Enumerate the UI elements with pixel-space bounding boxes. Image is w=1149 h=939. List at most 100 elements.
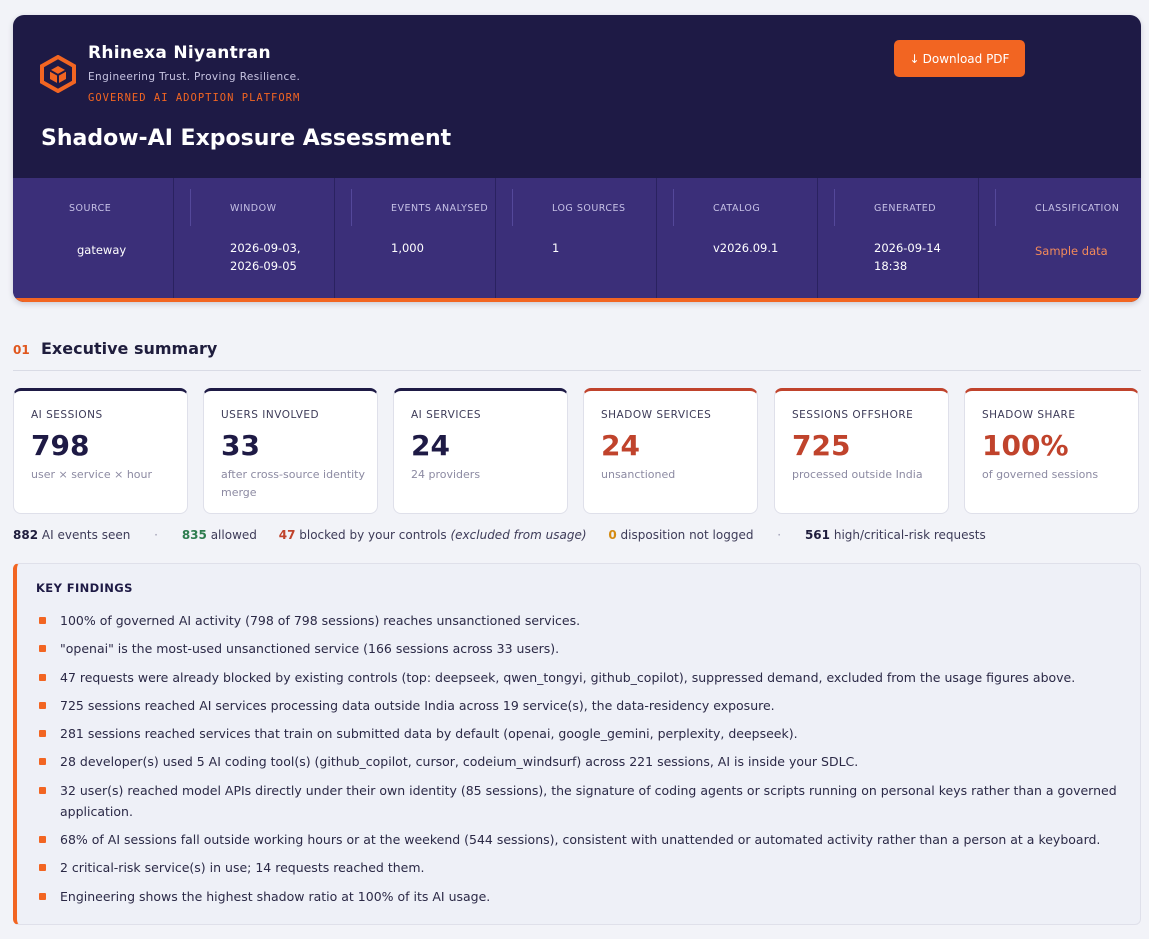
allowed-label: allowed <box>210 528 257 542</box>
kpi-subtext: 24 providers <box>411 468 481 481</box>
finding-text: 32 user(s) reached model APIs directly u… <box>60 782 1117 819</box>
meta-window: WINDOW 2026-09-03, 2026-09-05 <box>174 178 335 298</box>
divider <box>190 189 191 226</box>
bullet-icon <box>39 673 46 681</box>
meta-value: v2026.09.1 <box>713 241 779 255</box>
finding-item: 100% of governed AI activity (798 of 798… <box>38 610 1118 631</box>
meta-generated: GENERATED 2026-09-14 18:38 <box>818 178 979 298</box>
kpi-value: 24 <box>411 429 450 462</box>
bullet-icon <box>39 617 46 624</box>
kpi-ai-services: AI SERVICES 24 24 providers <box>393 388 568 514</box>
finding-text: 28 developer(s) used 5 AI coding tool(s)… <box>60 754 859 770</box>
bullet-icon <box>39 836 46 844</box>
download-pdf-button[interactable]: ↓ Download PDF <box>894 40 1025 77</box>
meta-catalog: CATALOG v2026.09.1 <box>657 178 818 298</box>
kpi-shadow-share: SHADOW SHARE 100% of governed sessions <box>964 388 1139 514</box>
blocked-note: (excluded from usage) <box>450 528 587 542</box>
meta-value: 1,000 <box>391 241 424 255</box>
meta-log-sources: LOG SOURCES 1 <box>496 178 657 298</box>
meta-label: CLASSIFICATION <box>1035 203 1120 214</box>
finding-item: 32 user(s) reached model APIs directly u… <box>38 780 1118 822</box>
kpi-label: SHADOW SHARE <box>982 409 1076 421</box>
section-number: 01 <box>13 343 30 357</box>
high-risk-label: high/critical-risk requests <box>833 528 986 542</box>
bullet-icon <box>39 786 46 794</box>
allowed-count: 835 <box>181 528 207 542</box>
kpi-value: 798 <box>31 429 90 462</box>
kpi-value: 725 <box>792 429 851 462</box>
key-findings-panel: KEY FINDINGS 100% of governed AI activit… <box>13 563 1141 925</box>
divider <box>834 189 835 226</box>
finding-text: 100% of governed AI activity (798 of 798… <box>60 613 581 628</box>
finding-text: 68% of AI sessions fall outside working … <box>60 832 1101 848</box>
key-findings-title: KEY FINDINGS <box>36 581 133 595</box>
events-seen-label: AI events seen <box>41 528 131 542</box>
kpi-label: USERS INVOLVED <box>221 409 320 421</box>
accent-bar <box>13 298 1141 302</box>
finding-item: "openai" is the most-used unsanctioned s… <box>38 638 1118 659</box>
page-title: Shadow-AI Exposure Assessment <box>41 126 452 151</box>
bullet-icon <box>39 758 46 766</box>
classification-value: Sample data <box>1035 244 1108 258</box>
bullet-icon <box>39 730 46 738</box>
report-metadata: SOURCE gateway WINDOW 2026-09-03, 2026-0… <box>13 178 1141 298</box>
kpi-subtext: unsanctioned <box>601 468 676 481</box>
kpi-subtext: processed outside India <box>792 468 923 481</box>
bullet-icon <box>39 701 46 709</box>
kpi-ai-sessions: AI SESSIONS 798 user × service × hour <box>13 388 188 514</box>
section-title: Executive summary <box>41 339 218 358</box>
kpi-label: SHADOW SERVICES <box>601 409 712 421</box>
blocked-count: 47 <box>278 528 296 542</box>
kpi-label: SESSIONS OFFSHORE <box>792 409 914 421</box>
finding-text: 2 critical-risk service(s) in use; 14 re… <box>60 860 425 876</box>
hexagon-cube-logo <box>40 55 76 93</box>
download-icon: ↓ <box>909 51 920 66</box>
finding-text: 47 requests were already blocked by exis… <box>60 669 1076 685</box>
finding-item: 68% of AI sessions fall outside working … <box>38 829 1118 850</box>
meta-label: EVENTS ANALYSED <box>391 203 489 214</box>
kpi-label: AI SERVICES <box>411 409 482 421</box>
finding-text: Engineering shows the highest shadow rat… <box>60 888 491 904</box>
kpi-value: 33 <box>221 429 260 462</box>
finding-item: 725 sessions reached AI services process… <box>38 695 1118 716</box>
meta-value: 2026-09-03, 2026-09-05 <box>230 241 301 273</box>
not-logged-count: 0 <box>608 528 617 542</box>
kpi-users-involved: USERS INVOLVED 33 after cross-source ide… <box>203 388 378 514</box>
finding-item: 2 critical-risk service(s) in use; 14 re… <box>38 857 1118 878</box>
finding-text: 725 sessions reached AI services process… <box>60 697 775 713</box>
section-divider <box>13 370 1141 371</box>
meta-source: SOURCE gateway <box>13 178 174 298</box>
meta-classification: CLASSIFICATION Sample data <box>979 178 1140 298</box>
finding-item: 28 developer(s) used 5 AI coding tool(s)… <box>38 751 1118 772</box>
finding-item: 47 requests were already blocked by exis… <box>38 667 1118 688</box>
meta-events-analysed: EVENTS ANALYSED 1,000 <box>335 178 496 298</box>
blocked-label: blocked by your controls <box>299 528 447 542</box>
report-header: Rhinexa Niyantran Engineering Trust. Pro… <box>13 15 1141 302</box>
kpi-sessions-offshore: SESSIONS OFFSHORE 725 processed outside … <box>774 388 949 514</box>
separator: · <box>777 528 782 542</box>
kpi-subtext: user × service × hour <box>31 468 153 481</box>
divider <box>673 189 674 226</box>
meta-label: SOURCE <box>69 203 112 214</box>
kpi-value: 24 <box>601 429 640 462</box>
kpi-label: AI SESSIONS <box>31 409 103 421</box>
separator: · <box>154 528 158 542</box>
meta-value: gateway <box>77 243 127 257</box>
event-stats: 882 AI events seen · 835 allowed 47 bloc… <box>13 528 986 542</box>
divider <box>512 189 513 226</box>
meta-label: LOG SOURCES <box>552 203 626 214</box>
finding-item: 281 sessions reached services that train… <box>38 723 1118 744</box>
brand-tagline: Engineering Trust. Proving Resilience. <box>88 71 301 83</box>
finding-text: "openai" is the most-used unsanctioned s… <box>60 641 560 657</box>
brand-name: Rhinexa Niyantran <box>88 43 271 63</box>
finding-item: Engineering shows the highest shadow rat… <box>38 886 1118 907</box>
divider <box>351 189 352 226</box>
bullet-icon <box>39 645 46 653</box>
kpi-subtext: after cross-source identity merge <box>221 468 366 499</box>
kpi-shadow-services: SHADOW SERVICES 24 unsanctioned <box>583 388 758 514</box>
not-logged-label: disposition not logged <box>620 528 754 542</box>
divider <box>995 189 996 226</box>
bullet-icon <box>39 864 46 872</box>
brand-platform: GOVERNED AI ADOPTION PLATFORM <box>88 92 301 104</box>
high-risk-count: 561 <box>804 528 831 542</box>
